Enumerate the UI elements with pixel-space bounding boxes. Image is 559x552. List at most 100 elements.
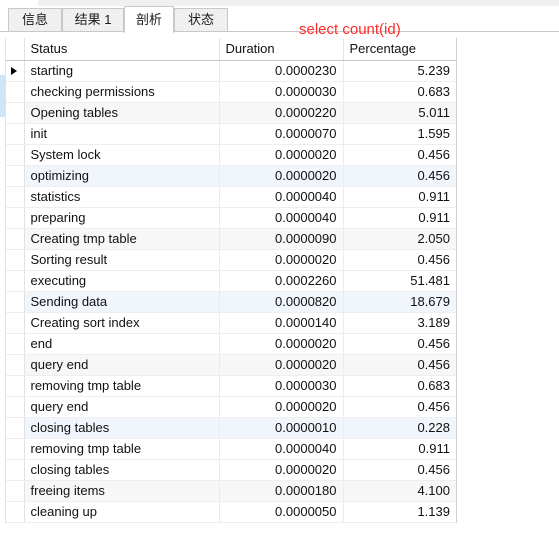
cell-status[interactable]: Sorting result — [24, 249, 220, 271]
cell-percentage[interactable]: 0.456 — [343, 249, 456, 271]
cell-duration[interactable]: 0.0000220 — [219, 102, 344, 124]
cell-status[interactable]: Sending data — [24, 291, 220, 313]
cell-duration[interactable]: 0.0000030 — [219, 81, 344, 103]
row-gutter[interactable] — [6, 81, 25, 103]
cell-percentage[interactable]: 0.456 — [343, 144, 456, 166]
row-gutter[interactable] — [6, 396, 25, 418]
row-gutter[interactable] — [6, 354, 25, 376]
table-row[interactable]: freeing items 0.0000180 4.100 — [6, 480, 456, 502]
table-row[interactable]: statistics 0.0000040 0.911 — [6, 186, 456, 208]
table-row[interactable]: Sorting result 0.0000020 0.456 — [6, 249, 456, 271]
row-gutter[interactable] — [6, 102, 25, 124]
cell-status[interactable]: executing — [24, 270, 220, 292]
table-row[interactable]: Creating tmp table 0.0000090 2.050 — [6, 228, 456, 250]
cell-duration[interactable]: 0.0000040 — [219, 438, 344, 460]
cell-percentage[interactable]: 5.239 — [343, 60, 456, 82]
cell-status[interactable]: Creating tmp table — [24, 228, 220, 250]
cell-percentage[interactable]: 18.679 — [343, 291, 456, 313]
row-gutter[interactable] — [6, 480, 25, 502]
cell-percentage[interactable]: 0.228 — [343, 417, 456, 439]
table-row[interactable]: preparing 0.0000040 0.911 — [6, 207, 456, 229]
cell-duration[interactable]: 0.0000230 — [219, 60, 344, 82]
tab-result-1[interactable]: 结果 1 — [62, 8, 124, 32]
cell-percentage[interactable]: 0.683 — [343, 375, 456, 397]
table-row[interactable]: Sending data 0.0000820 18.679 — [6, 291, 456, 313]
cell-percentage[interactable]: 0.456 — [343, 354, 456, 376]
cell-percentage[interactable]: 4.100 — [343, 480, 456, 502]
table-row[interactable]: end 0.0000020 0.456 — [6, 333, 456, 355]
table-row[interactable]: Creating sort index 0.0000140 3.189 — [6, 312, 456, 334]
cell-percentage[interactable]: 3.189 — [343, 312, 456, 334]
cell-duration[interactable]: 0.0000020 — [219, 396, 344, 418]
cell-duration[interactable]: 0.0000010 — [219, 417, 344, 439]
table-row[interactable]: init 0.0000070 1.595 — [6, 123, 456, 145]
cell-duration[interactable]: 0.0000020 — [219, 249, 344, 271]
row-gutter[interactable] — [6, 207, 25, 229]
row-gutter[interactable] — [6, 144, 25, 166]
table-row[interactable]: optimizing 0.0000020 0.456 — [6, 165, 456, 187]
cell-duration[interactable]: 0.0000820 — [219, 291, 344, 313]
row-gutter[interactable] — [6, 60, 25, 82]
cell-duration[interactable]: 0.0000070 — [219, 123, 344, 145]
row-gutter[interactable] — [6, 501, 25, 523]
row-gutter[interactable] — [6, 165, 25, 187]
cell-percentage[interactable]: 0.456 — [343, 396, 456, 418]
cell-status[interactable]: query end — [24, 396, 220, 418]
cell-duration[interactable]: 0.0000030 — [219, 375, 344, 397]
tab-profile[interactable]: 剖析 — [124, 6, 174, 33]
table-row[interactable]: removing tmp table 0.0000040 0.911 — [6, 438, 456, 460]
row-gutter[interactable] — [6, 123, 25, 145]
cell-status[interactable]: statistics — [24, 186, 220, 208]
table-row[interactable]: executing 0.0002260 51.481 — [6, 270, 456, 292]
column-header-duration[interactable]: Duration — [219, 38, 344, 61]
left-scroll-indicator[interactable] — [0, 75, 5, 117]
cell-status[interactable]: query end — [24, 354, 220, 376]
row-gutter[interactable] — [6, 228, 25, 250]
row-gutter[interactable] — [6, 438, 25, 460]
table-row[interactable]: System lock 0.0000020 0.456 — [6, 144, 456, 166]
table-row[interactable]: closing tables 0.0000020 0.456 — [6, 459, 456, 481]
column-header-status[interactable]: Status — [24, 38, 220, 61]
cell-duration[interactable]: 0.0000040 — [219, 207, 344, 229]
cell-status[interactable]: init — [24, 123, 220, 145]
column-header-percentage[interactable]: Percentage — [343, 38, 456, 61]
tab-info[interactable]: 信息 — [8, 8, 62, 32]
cell-status[interactable]: closing tables — [24, 459, 220, 481]
cell-status[interactable]: removing tmp table — [24, 375, 220, 397]
row-gutter[interactable] — [6, 417, 25, 439]
cell-duration[interactable]: 0.0002260 — [219, 270, 344, 292]
cell-percentage[interactable]: 0.911 — [343, 186, 456, 208]
cell-duration[interactable]: 0.0000020 — [219, 165, 344, 187]
row-gutter[interactable] — [6, 249, 25, 271]
cell-duration[interactable]: 0.0000020 — [219, 459, 344, 481]
cell-percentage[interactable]: 0.911 — [343, 207, 456, 229]
cell-duration[interactable]: 0.0000050 — [219, 501, 344, 523]
row-gutter[interactable] — [6, 312, 25, 334]
cell-status[interactable]: Opening tables — [24, 102, 220, 124]
cell-status[interactable]: closing tables — [24, 417, 220, 439]
row-gutter[interactable] — [6, 333, 25, 355]
row-gutter[interactable] — [6, 186, 25, 208]
tab-status[interactable]: 状态 — [174, 8, 228, 32]
cell-percentage[interactable]: 51.481 — [343, 270, 456, 292]
cell-status[interactable]: System lock — [24, 144, 220, 166]
cell-percentage[interactable]: 0.683 — [343, 81, 456, 103]
table-row[interactable]: cleaning up 0.0000050 1.139 — [6, 501, 456, 523]
cell-duration[interactable]: 0.0000090 — [219, 228, 344, 250]
table-row[interactable]: Opening tables 0.0000220 5.011 — [6, 102, 456, 124]
cell-duration[interactable]: 0.0000020 — [219, 354, 344, 376]
cell-percentage[interactable]: 5.011 — [343, 102, 456, 124]
cell-duration[interactable]: 0.0000180 — [219, 480, 344, 502]
cell-status[interactable]: checking permissions — [24, 81, 220, 103]
table-row[interactable]: starting 0.0000230 5.239 — [6, 60, 456, 82]
row-gutter[interactable] — [6, 270, 25, 292]
cell-duration[interactable]: 0.0000020 — [219, 144, 344, 166]
cell-status[interactable]: cleaning up — [24, 501, 220, 523]
cell-status[interactable]: end — [24, 333, 220, 355]
cell-percentage[interactable]: 0.456 — [343, 459, 456, 481]
table-row[interactable]: query end 0.0000020 0.456 — [6, 354, 456, 376]
cell-percentage[interactable]: 1.139 — [343, 501, 456, 523]
cell-status[interactable]: freeing items — [24, 480, 220, 502]
row-gutter[interactable] — [6, 459, 25, 481]
cell-percentage[interactable]: 2.050 — [343, 228, 456, 250]
